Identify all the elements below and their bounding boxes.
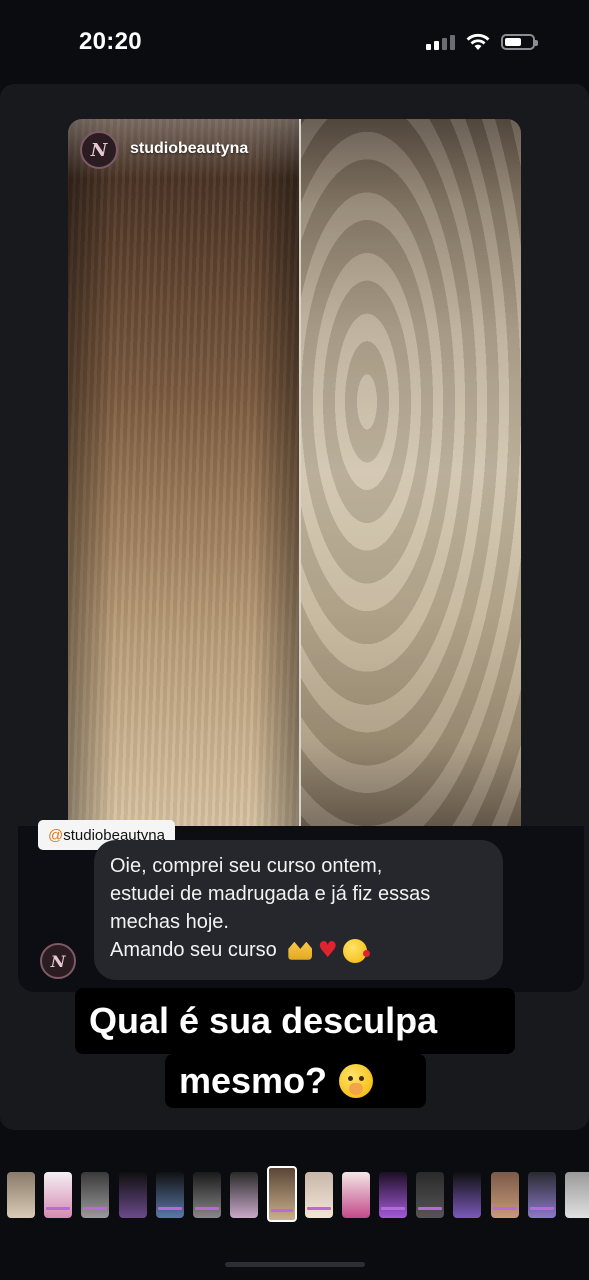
story-thumbnail[interactable]	[230, 1172, 258, 1218]
story-thumbnail[interactable]	[565, 1172, 589, 1218]
mention-at-symbol: @	[48, 826, 64, 844]
thumbnail-caption-bar	[46, 1207, 70, 1210]
thumbnail-caption-bar	[418, 1207, 442, 1210]
story-thumbnail[interactable]	[528, 1172, 556, 1218]
message-bubble: Oie, comprei seu curso ontem, estudei de…	[94, 840, 503, 980]
wifi-icon	[466, 33, 490, 50]
photo-author-username[interactable]: studiobeautyna	[130, 140, 248, 158]
red-heart-emoji: ♥	[317, 938, 338, 964]
reposted-photo[interactable]: N studiobeautyna	[68, 119, 521, 826]
heart-hands-emoji	[288, 941, 313, 960]
thumbnail-caption-bar	[307, 1207, 331, 1210]
status-icons	[426, 32, 538, 52]
status-bar: 20:20	[0, 0, 589, 84]
story-viewer-screen: 20:20 N studiobeautyna @ studiobeautyna …	[0, 0, 589, 1280]
caption-text-1: Qual é sua desculpa	[89, 1000, 438, 1041]
message-line: Amando seu curso	[110, 939, 277, 961]
message-line: Oie, comprei seu curso ontem,	[110, 855, 383, 877]
story-thumbnail[interactable]	[156, 1172, 184, 1218]
home-indicator	[225, 1262, 365, 1267]
story-thumbnail-active[interactable]	[267, 1166, 297, 1222]
face-with-hand-over-mouth-emoji	[339, 1064, 374, 1098]
message-line: mechas hoje.	[110, 911, 229, 933]
thumbnail-caption-bar	[83, 1207, 107, 1210]
caption-line-2: mesmo?	[165, 1054, 426, 1108]
thumbnail-caption-bar	[195, 1207, 219, 1210]
status-time: 20:20	[79, 28, 142, 55]
caption-line-1: Qual é sua desculpa	[75, 988, 515, 1054]
story-thumbnail[interactable]	[119, 1172, 147, 1218]
story-thumbnail[interactable]	[305, 1172, 333, 1218]
story-thumbnail[interactable]	[416, 1172, 444, 1218]
story-thumbnail[interactable]	[379, 1172, 407, 1218]
story-thumbnails-strip[interactable]	[0, 1166, 589, 1222]
photo-author-avatar[interactable]: N	[80, 131, 118, 169]
story-thumbnail[interactable]	[342, 1172, 370, 1218]
message-line: estudei de madrugada e já fiz essas	[110, 883, 431, 905]
story-thumbnail[interactable]	[193, 1172, 221, 1218]
thumbnail-caption-bar	[158, 1207, 182, 1210]
story-thumbnail[interactable]	[491, 1172, 519, 1218]
before-hair-image	[68, 119, 299, 826]
cellular-signal-icon	[426, 34, 455, 50]
battery-icon	[501, 34, 538, 50]
story-thumbnail[interactable]	[7, 1172, 35, 1218]
story-thumbnail[interactable]	[453, 1172, 481, 1218]
story-thumbnail[interactable]	[81, 1172, 109, 1218]
thumbnail-caption-bar	[530, 1207, 554, 1210]
dm-sender-avatar: N	[40, 943, 76, 979]
thumbnail-caption-bar	[271, 1209, 293, 1212]
message-line-with-emojis: Amando seu curso ♥	[110, 936, 487, 964]
face-blowing-kiss-emoji	[343, 938, 371, 963]
caption-text-2: mesmo?	[179, 1060, 328, 1101]
story-thumbnail[interactable]	[44, 1172, 72, 1218]
thumbnail-caption-bar	[381, 1207, 405, 1210]
after-hair-image	[301, 119, 521, 826]
thumbnail-caption-bar	[493, 1207, 517, 1210]
